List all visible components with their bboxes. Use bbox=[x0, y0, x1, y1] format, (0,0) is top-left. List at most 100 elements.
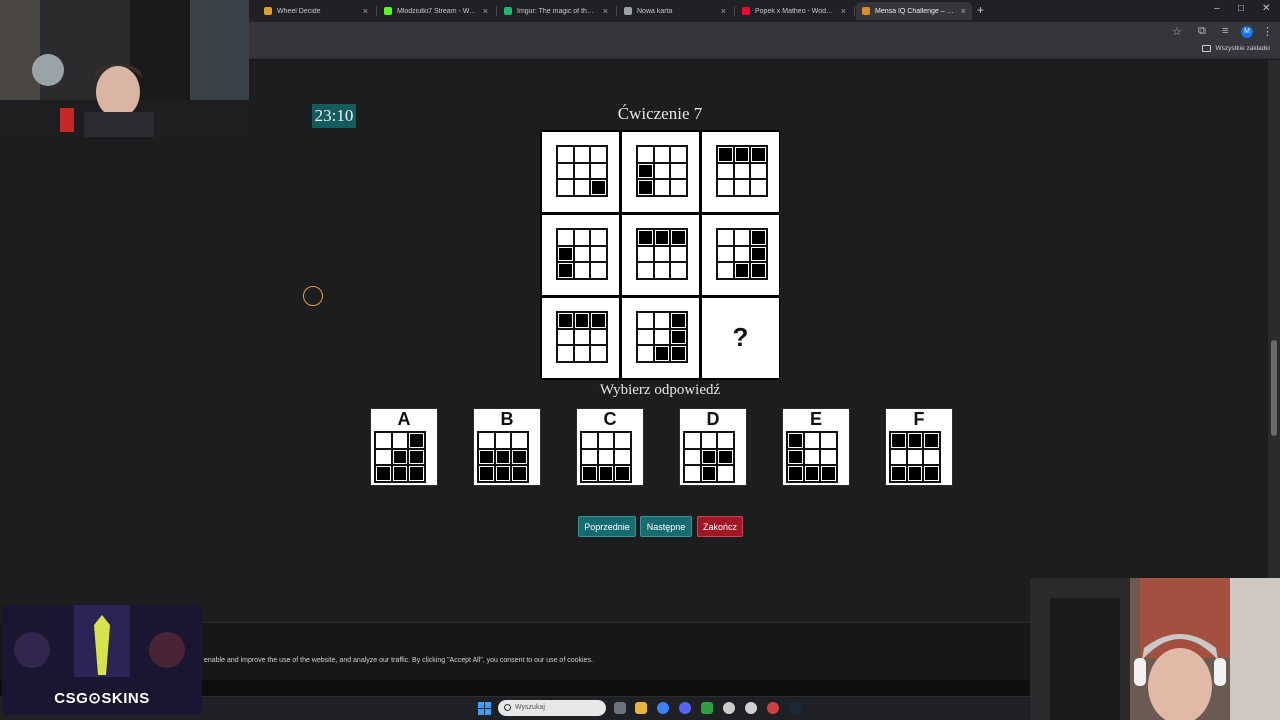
new-tab-icon[interactable]: + bbox=[977, 3, 984, 17]
empty-square bbox=[573, 146, 591, 163]
empty-square bbox=[733, 179, 751, 196]
empty-square bbox=[614, 448, 631, 466]
empty-square bbox=[511, 432, 528, 449]
task-view-icon[interactable] bbox=[614, 702, 626, 714]
close-window-icon[interactable]: ✕ bbox=[1262, 3, 1270, 14]
app-icon-2[interactable] bbox=[723, 702, 735, 714]
answer-option-e[interactable]: E bbox=[782, 408, 850, 486]
scrollbar-thumb[interactable] bbox=[1271, 340, 1277, 436]
webcam-feed-right bbox=[1030, 578, 1280, 720]
empty-square bbox=[557, 146, 574, 163]
maximize-icon[interactable]: □ bbox=[1238, 3, 1244, 14]
tab-title: Imgur: The magic of the Intern bbox=[517, 7, 598, 15]
filled-square bbox=[581, 465, 598, 482]
browser-tab[interactable]: Wheel Decide × bbox=[258, 2, 374, 20]
cookie-banner-text: enable and improve the use of the websit… bbox=[204, 657, 593, 664]
answer-option-d[interactable]: D bbox=[679, 408, 747, 486]
filled-square bbox=[557, 262, 574, 279]
empty-square bbox=[750, 162, 767, 180]
filled-square bbox=[890, 465, 907, 482]
filled-square bbox=[717, 146, 734, 163]
empty-square bbox=[590, 229, 607, 246]
browser-tab[interactable]: Mlodziutki7 Stream - Watch Liv × bbox=[378, 2, 494, 20]
tab-close-icon[interactable]: × bbox=[721, 6, 726, 16]
browser-tab[interactable]: Mensa IQ Challenge – Mensa I × bbox=[856, 2, 972, 20]
matrix-cell bbox=[542, 215, 619, 295]
answer-option-c[interactable]: C bbox=[576, 408, 644, 486]
filled-square bbox=[733, 262, 751, 279]
empty-square bbox=[670, 162, 687, 180]
sponsor-logo: CSG⊙SKINS bbox=[54, 690, 150, 707]
tab-close-icon[interactable]: × bbox=[841, 6, 846, 16]
filled-square bbox=[391, 448, 409, 466]
empty-square bbox=[670, 262, 687, 279]
matrix-cell bbox=[622, 215, 699, 295]
answer-option-b[interactable]: B bbox=[473, 408, 541, 486]
media-control-icon[interactable]: ≡ bbox=[1222, 25, 1228, 37]
empty-square bbox=[557, 162, 574, 180]
menu-icon[interactable]: ⋮ bbox=[1262, 25, 1273, 38]
windows-start-icon[interactable] bbox=[478, 702, 491, 715]
empty-square bbox=[573, 262, 591, 279]
bookmark-star-icon[interactable]: ☆ bbox=[1172, 25, 1182, 38]
empty-square bbox=[803, 448, 821, 466]
cell-pattern bbox=[636, 228, 688, 280]
answer-option-letter: C bbox=[603, 409, 617, 429]
obs-icon[interactable] bbox=[745, 702, 757, 714]
empty-square bbox=[906, 448, 924, 466]
app-icon-3[interactable] bbox=[767, 702, 779, 714]
webcam-feed-left bbox=[0, 0, 249, 137]
filled-square bbox=[590, 179, 607, 196]
empty-square bbox=[573, 162, 591, 180]
empty-square bbox=[637, 328, 654, 346]
filled-square bbox=[557, 312, 574, 329]
filled-square bbox=[717, 448, 734, 466]
browser-tab[interactable]: Popek x Matheo - Wodosp × bbox=[736, 2, 852, 20]
minimize-icon[interactable]: – bbox=[1214, 3, 1220, 14]
extensions-icon[interactable]: ⧉ bbox=[1198, 25, 1206, 38]
empty-square bbox=[717, 262, 734, 279]
filled-square bbox=[890, 432, 907, 449]
app-icon[interactable] bbox=[701, 702, 713, 714]
browser-tab[interactable]: Imgur: The magic of the Intern × bbox=[498, 2, 614, 20]
answer-option-a[interactable]: A bbox=[370, 408, 438, 486]
answer-pattern bbox=[889, 431, 941, 483]
empty-square bbox=[581, 432, 598, 449]
empty-square bbox=[637, 146, 654, 163]
all-bookmarks-button[interactable]: Wszystkie zakładki bbox=[1202, 45, 1270, 52]
tab-close-icon[interactable]: × bbox=[483, 6, 488, 16]
profile-avatar[interactable]: M bbox=[1241, 26, 1253, 38]
filled-square bbox=[787, 432, 804, 449]
next-button[interactable]: Następne bbox=[640, 516, 692, 537]
filled-square bbox=[597, 465, 615, 482]
answer-option-letter: E bbox=[809, 409, 822, 429]
file-explorer-icon[interactable] bbox=[635, 702, 647, 714]
empty-square bbox=[391, 432, 409, 449]
tab-favicon-icon bbox=[742, 7, 750, 15]
chrome-icon[interactable] bbox=[657, 702, 669, 714]
taskbar-search[interactable]: Wyszukaj bbox=[498, 700, 606, 716]
tab-close-icon[interactable]: × bbox=[961, 6, 966, 16]
tab-favicon-icon bbox=[384, 7, 392, 15]
tab-separator bbox=[376, 6, 377, 16]
answer-option-f[interactable]: F bbox=[885, 408, 953, 486]
empty-square bbox=[590, 146, 607, 163]
filled-square bbox=[573, 312, 591, 329]
tab-close-icon[interactable]: × bbox=[363, 6, 368, 16]
empty-square bbox=[653, 262, 671, 279]
discord-icon[interactable] bbox=[679, 702, 691, 714]
tab-title: Mlodziutki7 Stream - Watch Liv bbox=[397, 7, 478, 15]
browser-tab[interactable]: Nowa karta × bbox=[618, 2, 732, 20]
previous-button[interactable]: Poprzednie bbox=[578, 516, 636, 537]
tab-favicon-icon bbox=[862, 7, 870, 15]
empty-square bbox=[590, 328, 607, 346]
answer-option-letter: B bbox=[500, 409, 514, 429]
finish-button[interactable]: Zakończ bbox=[697, 516, 743, 537]
steam-icon[interactable] bbox=[789, 702, 801, 714]
filled-square bbox=[494, 465, 512, 482]
empty-square bbox=[557, 179, 574, 196]
empty-square bbox=[733, 245, 751, 263]
countdown-timer: 23:10 bbox=[312, 104, 356, 128]
tab-close-icon[interactable]: × bbox=[603, 6, 608, 16]
filled-square bbox=[787, 465, 804, 482]
